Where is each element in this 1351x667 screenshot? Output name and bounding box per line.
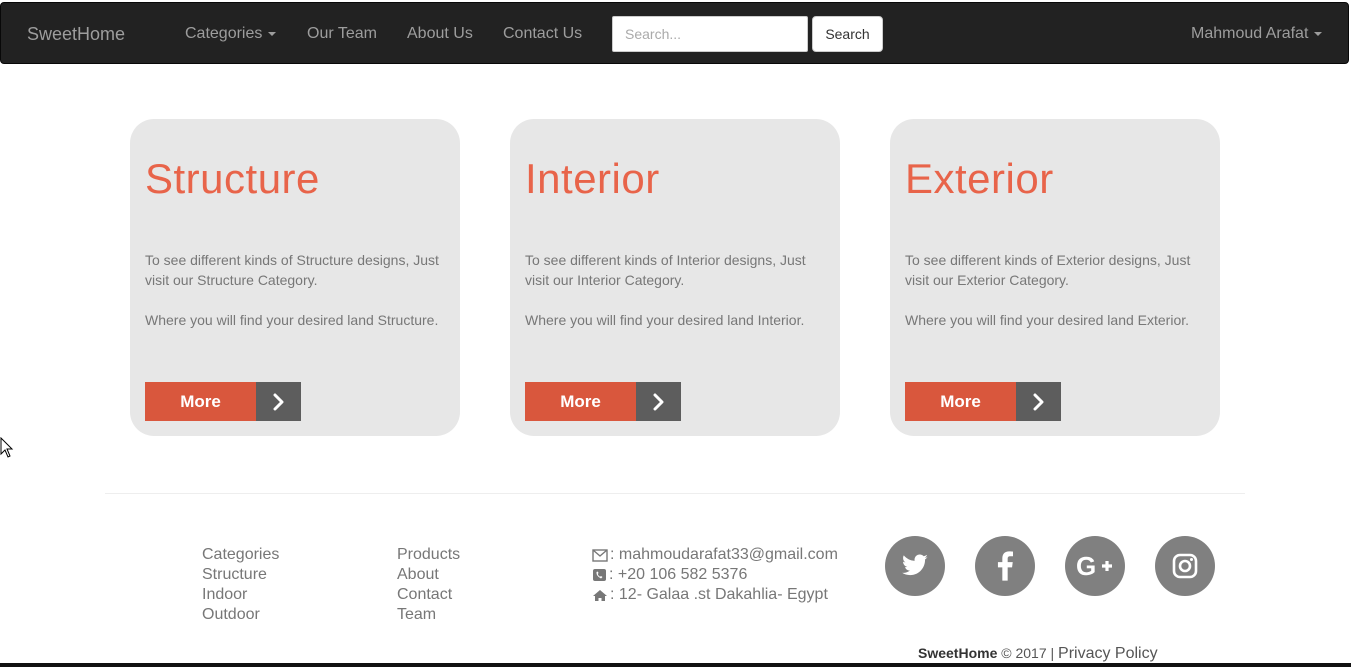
card-subtext: Where you will find your desired land In… bbox=[525, 312, 805, 328]
card-exterior: Exterior To see different kinds of Exter… bbox=[890, 119, 1220, 436]
footer-link-outdoor[interactable]: Outdoor bbox=[202, 605, 279, 625]
twitter-icon bbox=[902, 554, 928, 576]
card-description: To see different kinds of Structure desi… bbox=[145, 252, 439, 288]
contact-address: : 12- Galaa .st Dakahlia- Egypt bbox=[592, 585, 838, 605]
footer-links-pages: Products About Contact Team bbox=[397, 545, 460, 625]
twitter-button[interactable] bbox=[885, 536, 945, 596]
more-button-label: More bbox=[525, 382, 636, 421]
facebook-icon bbox=[997, 551, 1013, 581]
nav-categories-label: Categories bbox=[185, 25, 263, 42]
search-input[interactable] bbox=[612, 16, 808, 52]
contact-phone: : +20 106 582 5376 bbox=[592, 565, 838, 585]
user-name: Mahmoud Arafat bbox=[1191, 25, 1309, 42]
footer-link-contact[interactable]: Contact bbox=[397, 585, 460, 605]
footer-link-indoor[interactable]: Indoor bbox=[202, 585, 279, 605]
footer-link-about[interactable]: About bbox=[397, 565, 460, 585]
chevron-right-icon bbox=[1016, 382, 1061, 421]
nav-contact-us[interactable]: Contact Us bbox=[503, 25, 582, 43]
more-button[interactable]: More bbox=[905, 382, 1061, 421]
footer-contact: : mahmoudarafat33@gmail.com : +20 106 58… bbox=[592, 545, 838, 605]
card-structure: Structure To see different kinds of Stru… bbox=[130, 119, 460, 436]
nav-categories-dropdown[interactable]: Categories bbox=[185, 25, 277, 43]
svg-text:G: G bbox=[1076, 553, 1096, 579]
footer-link-products[interactable]: Products bbox=[397, 545, 460, 565]
instagram-button[interactable] bbox=[1155, 536, 1215, 596]
copyright: SweetHome © 2017 | Privacy Policy bbox=[918, 645, 1158, 663]
navbar: SweetHome Categories Our Team About Us C… bbox=[0, 2, 1349, 64]
mouse-cursor-icon bbox=[0, 437, 14, 458]
nav-our-team[interactable]: Our Team bbox=[307, 25, 377, 43]
footer-link-categories[interactable]: Categories bbox=[202, 545, 279, 565]
card-interior: Interior To see different kinds of Inter… bbox=[510, 119, 840, 436]
footer-links-categories: Categories Structure Indoor Outdoor bbox=[202, 545, 279, 625]
google-plus-icon: G bbox=[1076, 553, 1112, 579]
contact-email: : mahmoudarafat33@gmail.com bbox=[592, 545, 838, 565]
more-button[interactable]: More bbox=[525, 382, 681, 421]
search-button[interactable]: Search bbox=[812, 16, 883, 52]
home-icon bbox=[593, 589, 607, 601]
footer-link-structure[interactable]: Structure bbox=[202, 565, 279, 585]
contact-email-text: : mahmoudarafat33@gmail.com bbox=[610, 546, 838, 563]
facebook-button[interactable] bbox=[975, 536, 1035, 596]
card-description: To see different kinds of Interior desig… bbox=[525, 252, 806, 288]
footer-divider bbox=[105, 493, 1245, 494]
bottom-edge bbox=[0, 663, 1351, 667]
card-subtext: Where you will find your desired land St… bbox=[145, 312, 439, 328]
card-title: Structure bbox=[145, 155, 320, 202]
caret-down-icon bbox=[268, 31, 277, 36]
nav-about-us[interactable]: About Us bbox=[407, 25, 473, 43]
instagram-icon bbox=[1172, 553, 1198, 579]
phone-icon bbox=[593, 569, 606, 581]
contact-address-text: : 12- Galaa .st Dakahlia- Egypt bbox=[610, 586, 828, 603]
caret-down-icon bbox=[1314, 31, 1323, 36]
google-plus-button[interactable]: G bbox=[1065, 536, 1125, 596]
copyright-brand: SweetHome bbox=[918, 645, 998, 661]
footer-link-team[interactable]: Team bbox=[397, 605, 460, 625]
copyright-text: © 2017 | bbox=[997, 645, 1059, 661]
more-button-label: More bbox=[905, 382, 1016, 421]
card-description: To see different kinds of Exterior desig… bbox=[905, 252, 1191, 288]
user-menu-dropdown[interactable]: Mahmoud Arafat bbox=[1191, 25, 1323, 43]
card-title: Interior bbox=[525, 155, 660, 202]
contact-phone-text: : +20 106 582 5376 bbox=[609, 566, 748, 583]
chevron-right-icon bbox=[256, 382, 301, 421]
privacy-policy-link[interactable]: Privacy Policy bbox=[1058, 645, 1158, 662]
more-button-label: More bbox=[145, 382, 256, 421]
brand-link[interactable]: SweetHome bbox=[27, 24, 125, 45]
card-title: Exterior bbox=[905, 155, 1054, 202]
card-subtext: Where you will find your desired land Ex… bbox=[905, 312, 1190, 328]
envelope-icon bbox=[592, 548, 608, 562]
more-button[interactable]: More bbox=[145, 382, 301, 421]
chevron-right-icon bbox=[636, 382, 681, 421]
